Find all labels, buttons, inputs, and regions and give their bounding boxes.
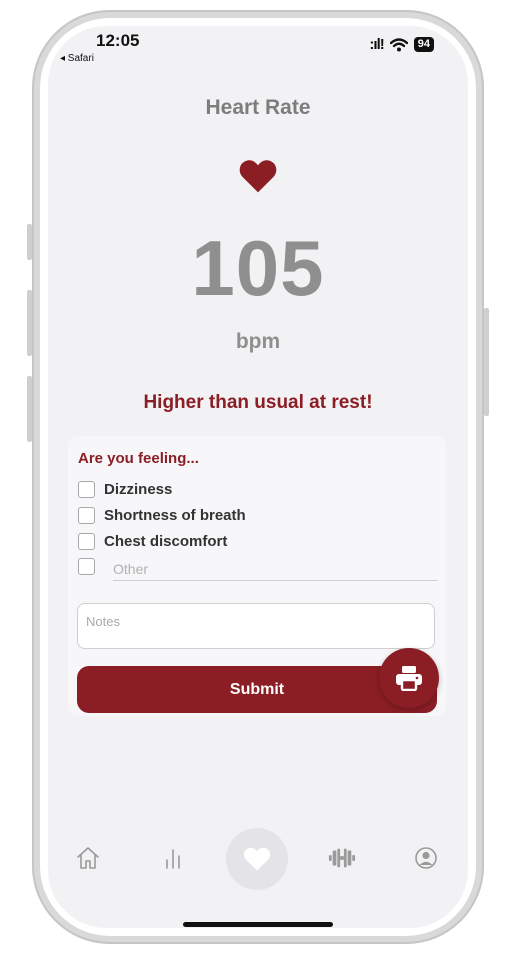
side-button-power: [484, 308, 489, 416]
checkbox[interactable]: [78, 558, 95, 575]
symptom-option-label: Chest discomfort: [104, 533, 228, 550]
app-screen: 12:05 ◂ Safari :ıl! 94 Heart Rate 105 bp…: [48, 26, 468, 928]
printer-icon: [396, 666, 422, 691]
status-time: 12:05: [96, 31, 140, 50]
notes-field[interactable]: Notes: [77, 603, 435, 649]
symptom-option-chest-discomfort[interactable]: Chest discomfort: [78, 533, 227, 550]
signal-icon: :ıl!: [369, 36, 384, 53]
heart-icon: [243, 847, 271, 871]
nav-stats[interactable]: [159, 844, 187, 872]
symptom-option-label: Shortness of breath: [104, 507, 246, 524]
symptom-option-dizziness[interactable]: Dizziness: [78, 481, 172, 498]
print-button[interactable]: [379, 648, 439, 708]
wifi-icon: [389, 37, 408, 51]
bottom-navigation: [48, 826, 468, 890]
side-button-volume-up: [27, 290, 32, 356]
heart-icon: [239, 160, 277, 193]
checkbox[interactable]: [78, 533, 95, 550]
status-indicators: :ıl! 94: [369, 36, 434, 53]
nav-home[interactable]: [74, 844, 102, 872]
home-icon: [77, 847, 99, 869]
checkbox[interactable]: [78, 481, 95, 498]
heart-rate-value: 105: [191, 224, 325, 312]
profile-icon: [415, 847, 437, 869]
back-to-safari-link[interactable]: ◂ Safari: [60, 53, 94, 64]
chart-icon: [166, 849, 180, 869]
other-symptom-input[interactable]: Other: [113, 561, 148, 577]
symptom-option-shortness-of-breath[interactable]: Shortness of breath: [78, 507, 246, 524]
home-indicator[interactable]: [183, 922, 333, 927]
symptom-option-label: Dizziness: [104, 481, 173, 498]
battery-indicator: 94: [413, 37, 434, 52]
heart-rate-unit: bpm: [235, 330, 281, 353]
nav-profile[interactable]: [412, 844, 440, 872]
heart-rate-alert: Higher than usual at rest!: [143, 392, 373, 413]
other-input-underline: [113, 580, 438, 581]
checkbox[interactable]: [78, 507, 95, 524]
nav-heart-rate[interactable]: [226, 828, 288, 890]
nav-workouts[interactable]: [328, 844, 356, 872]
page-title: Heart Rate: [205, 96, 311, 119]
symptom-option-other[interactable]: [78, 558, 95, 575]
side-button-volume-down: [27, 376, 32, 442]
notes-placeholder: Notes: [86, 614, 120, 629]
side-button-action: [27, 224, 32, 260]
dumbbell-icon: [328, 848, 356, 868]
symptom-question: Are you feeling...: [78, 450, 199, 467]
